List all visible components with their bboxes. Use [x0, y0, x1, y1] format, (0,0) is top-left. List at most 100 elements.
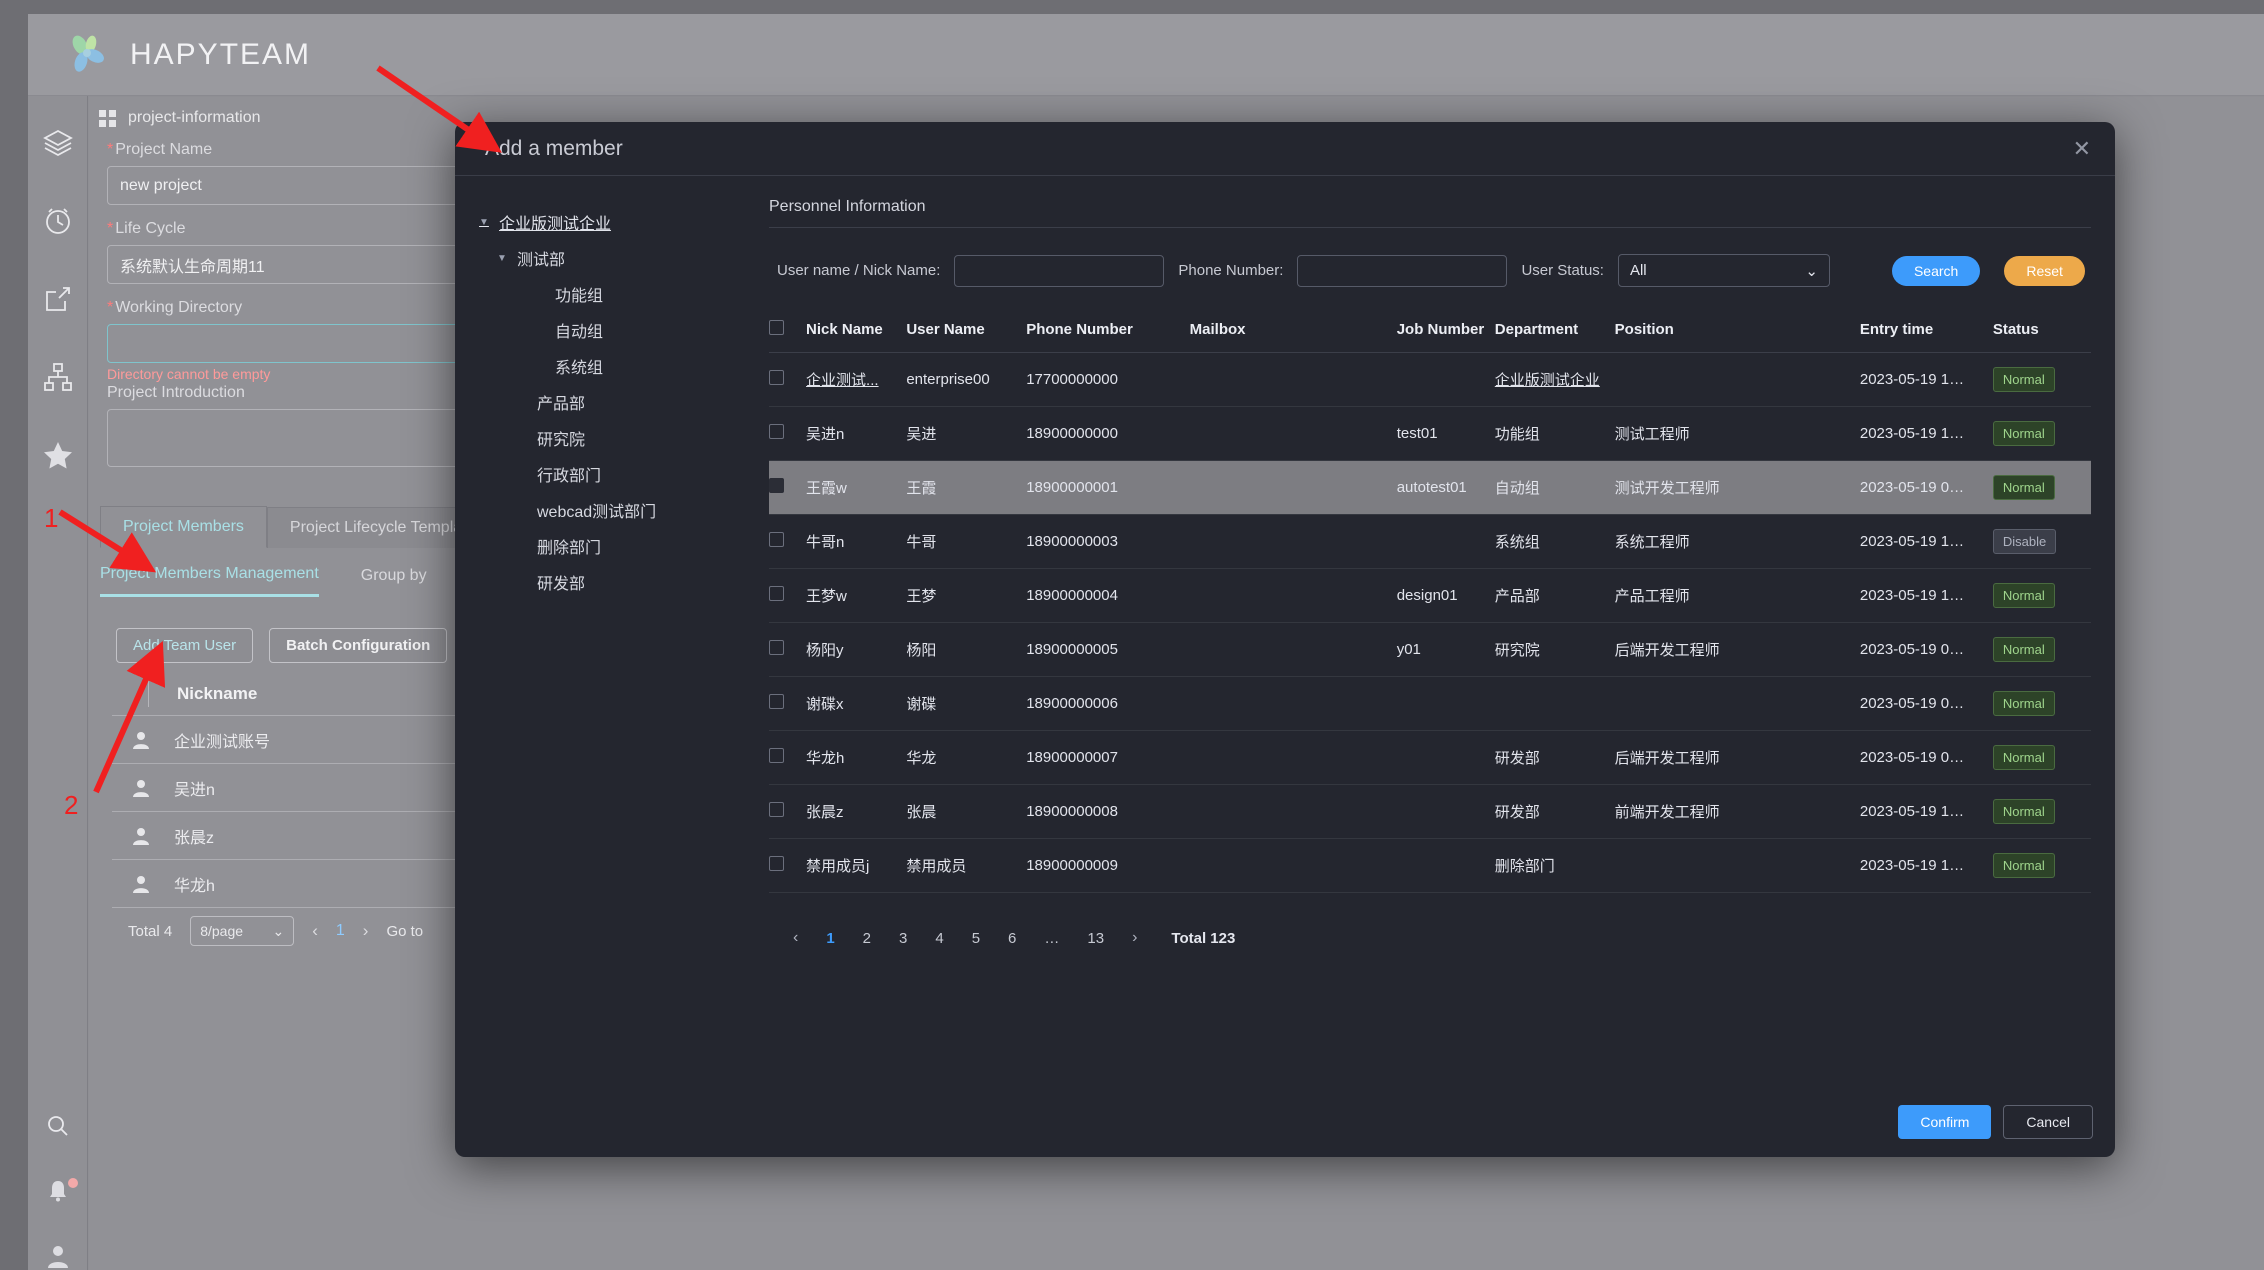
select-all-checkbox[interactable] [769, 320, 784, 335]
tree-node-7[interactable]: 行政部门 [479, 456, 751, 492]
row-checkbox[interactable] [769, 586, 784, 601]
table-row[interactable]: 企业测试... enterprise00 17700000000 企业版测试企业 202… [769, 352, 2091, 407]
row-checkbox[interactable] [769, 424, 784, 439]
table-row[interactable]: 禁用成员j 禁用成员 18900000009 删除部门 2023-05-19 1… Nor… [769, 838, 2091, 893]
pagination-page-3[interactable]: 3 [899, 930, 907, 947]
cell-status: Normal [1992, 784, 2091, 839]
table-row[interactable]: 王霞w 王霞 18900000001 autotest01 自动组 测试开发工程师 2023… [769, 460, 2091, 515]
pagination-page-…[interactable]: … [1044, 930, 1059, 947]
tree-node-4[interactable]: 系统组 [479, 348, 751, 384]
add-member-modal: Add a member ✕ ▼ 企业版测试企业 ▼ 测试部 功能组 自动组 系统组 产品部研… [455, 122, 2115, 1157]
row-checkbox-cell [769, 460, 807, 515]
department-value: 研发部 [1494, 804, 1540, 821]
reset-button[interactable]: Reset [2004, 255, 2085, 286]
caret-down-icon[interactable]: ▼ [479, 217, 495, 228]
tree-node-9[interactable]: 删除部门 [479, 528, 751, 564]
table-row[interactable]: 牛哥n 牛哥 18900000003 系统组 系统工程师 2023-05-19 1… Dis… [769, 514, 2091, 569]
tree-node-6[interactable]: 研究院 [479, 420, 751, 456]
tree-node-10[interactable]: 研发部 [479, 564, 751, 600]
modal-body: ▼ 企业版测试企业 ▼ 测试部 功能组 自动组 系统组 产品部 研究院 行政部门 webcad测试部… [455, 176, 2115, 1106]
grid-icon [99, 109, 116, 127]
tree-node-2[interactable]: 功能组 [479, 276, 751, 312]
avatar-icon [130, 777, 152, 799]
row-checkbox[interactable] [769, 802, 784, 817]
row-checkbox[interactable] [769, 640, 784, 655]
status-badge: Normal [1992, 367, 2055, 392]
table-row[interactable]: 华龙h 华龙 18900000007 研发部 后端开发工程师 2023-05-19 0… N… [769, 730, 2091, 785]
members-next-page[interactable]: › [363, 921, 369, 941]
cell-mailbox [1189, 406, 1397, 461]
brand-bar: HAPYTEAM [28, 14, 2264, 96]
close-icon[interactable]: ✕ [2073, 137, 2091, 160]
search-icon[interactable] [39, 1112, 77, 1141]
row-checkbox[interactable] [769, 532, 784, 547]
confirm-button[interactable]: Confirm [1898, 1105, 1992, 1139]
pagination-page-2[interactable]: 2 [863, 930, 871, 947]
required-marker: * [107, 141, 114, 158]
tree-node-5[interactable]: 产品部 [479, 384, 751, 420]
star-icon[interactable] [39, 436, 77, 474]
row-checkbox[interactable] [769, 694, 784, 709]
pagination-page-5[interactable]: 5 [972, 930, 980, 947]
nick-name-value: 吴进n [806, 426, 845, 443]
col-job-number: Job Number [1396, 309, 1495, 353]
layers-icon[interactable] [39, 124, 77, 162]
table-row[interactable]: 谢碟x 谢碟 18900000006 2023-05-19 0… Normal [769, 676, 2091, 731]
username-filter-input[interactable] [954, 254, 1165, 287]
tree-node-1[interactable]: ▼ 测试部 [479, 240, 751, 276]
phone-filter-input[interactable] [1297, 254, 1508, 287]
pagination-page-6[interactable]: 6 [1008, 930, 1016, 947]
cell-status: Normal [1992, 460, 2091, 515]
members-total: Total 4 [128, 922, 173, 940]
pagination-next[interactable]: › [1132, 929, 1137, 947]
department-value[interactable]: 企业版测试企业 [1495, 372, 1600, 389]
cell-phone-number: 18900000001 [1026, 460, 1190, 515]
tree-node-0[interactable]: ▼ 企业版测试企业 [479, 204, 751, 240]
search-button[interactable]: Search [1891, 255, 1981, 286]
notification-dot [68, 1177, 78, 1188]
cell-phone-number: 18900000000 [1026, 406, 1190, 461]
tree-node-label: 功能组 [555, 288, 604, 305]
bell-icon[interactable] [39, 1177, 78, 1206]
annotation-marker-1: 1 [44, 503, 59, 533]
tab-project-members[interactable]: Project Members [100, 506, 267, 548]
table-row[interactable]: 张晨z 张晨 18900000008 研发部 前端开发工程师 2023-05-19 1… N… [769, 784, 2091, 839]
user-status-select[interactable]: All ⌄ [1617, 254, 1830, 287]
row-checkbox[interactable] [769, 748, 784, 763]
tree-node-8[interactable]: webcad测试部门 [479, 492, 751, 528]
subtab-project-members-management[interactable]: Project Members Management [100, 565, 319, 597]
table-row[interactable]: 王梦w 王梦 18900000004 design01 产品部 产品工程师 2023-05-… [769, 568, 2091, 623]
table-row[interactable]: 杨阳y 杨阳 18900000005 y01 研究院 后端开发工程师 2023-05-19 … [769, 622, 2091, 677]
share-icon[interactable] [39, 280, 77, 318]
cancel-button[interactable]: Cancel [2003, 1105, 2093, 1139]
row-checkbox[interactable] [769, 478, 784, 493]
cell-status: Normal [1992, 838, 2091, 893]
pagination-page-13[interactable]: 13 [1087, 930, 1104, 947]
batch-configuration-button[interactable]: Batch Configuration [269, 628, 448, 663]
user-icon[interactable] [39, 1241, 77, 1270]
cell-phone-number: 17700000000 [1026, 352, 1190, 407]
status-badge: Normal [1992, 799, 2055, 824]
col-mailbox: Mailbox [1189, 309, 1397, 353]
pagination-prev[interactable]: ‹ [793, 929, 798, 947]
pagination-page-1[interactable]: 1 [826, 930, 834, 947]
row-checkbox[interactable] [769, 856, 784, 871]
cell-status: Normal [1992, 568, 2091, 623]
subtab-group-by[interactable]: Group by [361, 567, 427, 596]
row-checkbox[interactable] [769, 370, 784, 385]
tree-node-3[interactable]: 自动组 [479, 312, 751, 348]
nick-name-value[interactable]: 企业测试... [806, 372, 879, 389]
caret-down-icon[interactable]: ▼ [497, 253, 513, 264]
page-size-select[interactable]: 8/page ⌄ [190, 916, 295, 946]
row-checkbox-cell [769, 784, 807, 839]
cell-phone-number: 18900000006 [1026, 676, 1190, 731]
clock-icon[interactable] [39, 202, 77, 240]
add-team-user-button[interactable]: Add Team User [116, 628, 254, 663]
members-prev-page[interactable]: ‹ [312, 921, 318, 941]
org-chart-icon[interactable] [39, 358, 77, 396]
members-page-1[interactable]: 1 [336, 922, 345, 940]
cell-status: Normal [1992, 676, 2091, 731]
cell-department: 研发部 [1494, 784, 1615, 839]
pagination-page-4[interactable]: 4 [935, 930, 943, 947]
table-row[interactable]: 吴进n 吴进 18900000000 test01 功能组 测试工程师 2023-05-19… [769, 406, 2091, 461]
